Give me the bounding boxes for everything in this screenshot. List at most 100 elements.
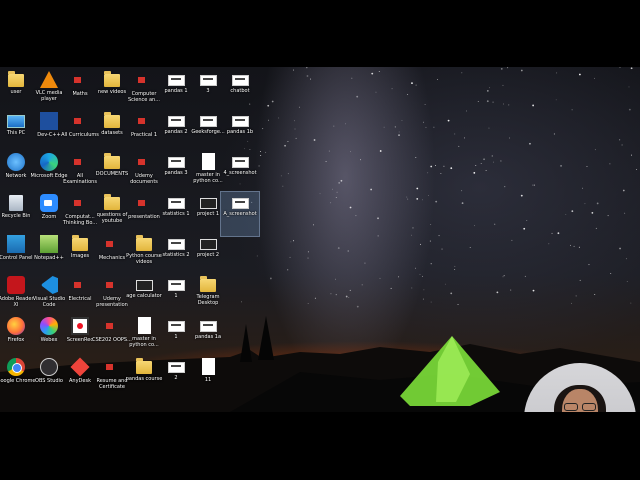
- star: [411, 82, 413, 85]
- star: [520, 69, 523, 72]
- star: [290, 241, 292, 243]
- zoom-icon: [40, 194, 58, 212]
- star: [298, 106, 300, 108]
- star: [582, 187, 584, 189]
- star: [454, 133, 456, 135]
- star: [579, 279, 581, 281]
- desktop-icon-label: pandas 1a: [194, 334, 222, 340]
- black-icon: [199, 198, 217, 209]
- desktop-icon-label: 11: [204, 377, 212, 383]
- star: [624, 212, 626, 214]
- desktop-icon[interactable]: pandas 1b: [221, 110, 259, 154]
- star: [371, 72, 374, 75]
- star: [508, 104, 510, 106]
- docred-icon: [135, 194, 153, 212]
- star: [461, 202, 464, 205]
- firefox-icon: [7, 317, 25, 335]
- star: [293, 120, 295, 122]
- star: [500, 160, 502, 162]
- thumb-icon: [167, 157, 185, 168]
- star: [430, 224, 432, 225]
- star: [406, 196, 408, 198]
- star: [377, 217, 379, 220]
- cp-icon: [7, 235, 25, 253]
- star: [492, 161, 494, 163]
- star: [325, 161, 327, 162]
- thumb-icon: [199, 116, 217, 127]
- thumb-icon: [167, 198, 185, 209]
- star: [461, 190, 463, 192]
- star: [284, 144, 286, 147]
- star: [287, 173, 289, 175]
- star: [532, 104, 535, 107]
- star: [565, 213, 567, 215]
- thumb-icon: [199, 75, 217, 86]
- star: [509, 137, 511, 139]
- star: [330, 202, 332, 204]
- star: [394, 126, 396, 128]
- star: [489, 87, 491, 89]
- star: [269, 277, 272, 280]
- star: [523, 227, 526, 230]
- star: [259, 150, 261, 152]
- star: [625, 258, 627, 260]
- star: [500, 67, 503, 70]
- star: [584, 203, 586, 205]
- star: [379, 277, 381, 279]
- star: [440, 173, 442, 175]
- folder-icon: [136, 235, 152, 251]
- star: [511, 239, 513, 241]
- star: [607, 215, 609, 217]
- desktop-icon[interactable]: pandas 1a: [189, 315, 227, 359]
- anydesk-icon: [70, 357, 90, 377]
- star: [461, 72, 463, 74]
- star: [420, 243, 422, 245]
- star: [475, 165, 477, 167]
- star: [492, 101, 494, 103]
- docred-icon: [71, 153, 89, 171]
- star: [411, 287, 413, 289]
- star: [425, 126, 427, 128]
- star: [336, 191, 338, 193]
- star: [619, 67, 621, 68]
- star: [340, 179, 343, 182]
- pc-icon: [7, 115, 25, 128]
- desktop-icon-label: pandas 1b: [226, 129, 254, 135]
- desktop-icon[interactable]: 4_screenshot: [221, 151, 259, 195]
- desktop-icon[interactable]: Telegram Desktop: [189, 274, 227, 318]
- bin-icon: [9, 195, 23, 211]
- star: [338, 182, 341, 184]
- star: [419, 273, 421, 275]
- star: [422, 298, 424, 300]
- star: [335, 196, 337, 198]
- star: [591, 211, 594, 214]
- star: [390, 287, 392, 289]
- star: [377, 235, 379, 237]
- star: [293, 69, 294, 71]
- desktop-icon[interactable]: A_screenshot: [220, 191, 260, 237]
- docred-icon: [135, 153, 153, 171]
- star: [507, 67, 509, 69]
- star: [636, 169, 638, 170]
- desktop-icon[interactable]: project 2: [189, 233, 227, 277]
- star: [557, 232, 560, 235]
- star: [464, 137, 466, 139]
- star: [532, 184, 534, 186]
- star: [437, 79, 439, 80]
- star: [473, 171, 476, 174]
- star: [328, 150, 330, 152]
- star: [360, 159, 362, 161]
- star: [555, 99, 557, 101]
- desktop-icon[interactable]: chatbot: [221, 69, 259, 113]
- desktop-icon[interactable]: 11: [189, 356, 227, 400]
- star: [307, 257, 309, 259]
- star: [586, 165, 588, 167]
- star: [401, 120, 403, 122]
- star: [610, 273, 612, 274]
- star: [553, 133, 555, 135]
- star: [398, 131, 400, 133]
- thumb-icon: [231, 198, 249, 209]
- black-icon: [199, 239, 217, 250]
- star: [503, 275, 505, 277]
- vscode-icon: [41, 276, 58, 294]
